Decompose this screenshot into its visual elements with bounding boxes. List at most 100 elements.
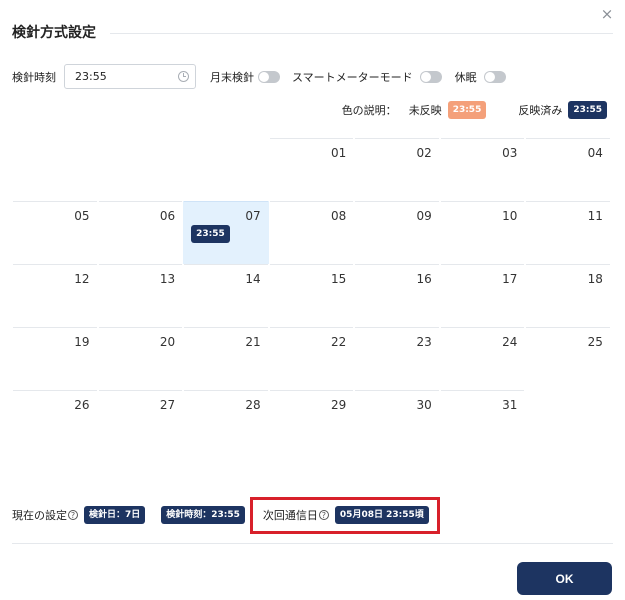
calendar-grid: 01 02 03 04 05 06 07 23:55 08 09 10 11 12 13 14 15 16 17 1… (12, 138, 611, 453)
footer-divider (12, 543, 613, 544)
month-end-group: 月末検針 (210, 69, 280, 85)
calendar-empty-cell (183, 138, 269, 201)
calendar-day-cell[interactable]: 03 (440, 138, 526, 201)
calendar-day-cell[interactable]: 07 23:55 (183, 201, 269, 264)
calendar-day-cell[interactable]: 11 (525, 201, 611, 264)
calendar-day-cell[interactable]: 27 (98, 390, 184, 453)
day-number: 26 (74, 398, 90, 412)
calendar-day-cell[interactable]: 30 (354, 390, 440, 453)
calendar-day-cell[interactable]: 17 (440, 264, 526, 327)
calendar-day-cell[interactable]: 08 (269, 201, 355, 264)
highlight-box (250, 497, 440, 534)
calendar-day-cell[interactable]: 28 (183, 390, 269, 453)
calendar-day-cell[interactable]: 18 (525, 264, 611, 327)
calendar-day-cell[interactable]: 25 (525, 327, 611, 390)
smart-meter-group: スマートメーターモード (292, 69, 442, 85)
calendar-day-cell[interactable]: 22 (269, 327, 355, 390)
smart-meter-label: スマートメーターモード (292, 70, 413, 84)
calendar-day-cell[interactable]: 02 (354, 138, 440, 201)
day-number: 07 (245, 209, 261, 223)
calendar-day-cell[interactable]: 14 (183, 264, 269, 327)
day-number: 28 (245, 398, 261, 412)
day-number: 08 (330, 209, 347, 223)
day-number: 21 (245, 335, 261, 349)
calendar-day-cell[interactable]: 24 (440, 327, 526, 390)
calendar-day-cell[interactable]: 20 (98, 327, 184, 390)
month-end-toggle[interactable] (258, 70, 280, 83)
dormant-group: 休眠 (455, 69, 506, 85)
day-number: 13 (159, 272, 176, 286)
clock-icon (178, 71, 189, 82)
day-number: 03 (502, 146, 518, 160)
day-number: 02 (416, 146, 432, 160)
calendar-week-row: 12 13 14 15 16 17 18 (12, 264, 611, 327)
calendar-week-row: 05 06 07 23:55 08 09 10 11 (12, 201, 611, 264)
legend-pending-label: 未反映 (408, 104, 442, 117)
legend-pending-badge: 23:55 (447, 101, 487, 119)
meter-settings-dialog: 検針方式設定 × 検針時刻 23:55 月末検針 スマートメーターモード 休眠 … (0, 0, 625, 600)
calendar-day-cell[interactable]: 29 (269, 390, 355, 453)
calendar-day-cell[interactable]: 12 (12, 264, 98, 327)
calendar-day-cell[interactable]: 16 (354, 264, 440, 327)
day-number: 19 (74, 335, 90, 349)
day-number: 06 (159, 209, 176, 223)
calendar-empty-cell (98, 138, 184, 201)
dormant-label: 休眠 (454, 70, 477, 84)
settings-row: 検針時刻 23:55 月末検針 スマートメーターモード 休眠 (12, 64, 506, 89)
day-number: 01 (330, 146, 347, 160)
day-number: 09 (416, 209, 432, 223)
day-number: 22 (330, 335, 347, 349)
day-number: 11 (587, 209, 603, 223)
day-number: 16 (416, 272, 432, 286)
calendar-empty-cell (525, 390, 611, 453)
calendar-day-cell[interactable]: 09 (354, 201, 440, 264)
calendar-day-cell[interactable]: 01 (269, 138, 355, 201)
time-value: 23:55 (75, 70, 107, 83)
calendar-week-row: 01 02 03 04 (12, 138, 611, 201)
day-number: 27 (159, 398, 176, 412)
day-number: 25 (587, 335, 603, 349)
calendar-day-cell[interactable]: 06 (98, 201, 184, 264)
day-number: 15 (330, 272, 347, 286)
calendar-day-cell[interactable]: 04 (525, 138, 611, 201)
legend-title: 色の説明： (341, 104, 397, 117)
scheduled-time-badge: 23:55 (191, 225, 230, 243)
day-number: 04 (587, 146, 603, 160)
day-number: 17 (502, 272, 518, 286)
calendar-day-cell[interactable]: 13 (98, 264, 184, 327)
calendar-day-cell[interactable]: 19 (12, 327, 98, 390)
day-number: 29 (330, 398, 347, 412)
help-icon[interactable]: ? (68, 510, 78, 520)
smart-meter-toggle[interactable] (419, 70, 442, 83)
month-end-label: 月末検針 (210, 70, 254, 84)
day-number: 10 (502, 209, 518, 223)
meter-time-badge: 検針時刻：23:55 (161, 506, 245, 524)
day-number: 14 (245, 272, 261, 286)
day-number: 20 (159, 335, 176, 349)
calendar-day-cell[interactable]: 23 (354, 327, 440, 390)
day-number: 05 (74, 209, 90, 223)
calendar-day-cell[interactable]: 26 (12, 390, 98, 453)
dialog-title: 検針方式設定 (12, 25, 96, 41)
ok-button[interactable]: OK (517, 562, 612, 595)
calendar-day-cell[interactable]: 10 (440, 201, 526, 264)
legend-applied-badge: 23:55 (568, 101, 607, 119)
calendar-week-row: 26 27 28 29 30 31 (12, 390, 611, 453)
time-input[interactable]: 23:55 (64, 64, 196, 89)
close-icon[interactable]: × (599, 6, 615, 22)
calendar-day-cell[interactable]: 15 (269, 264, 355, 327)
calendar-empty-cell (12, 138, 98, 201)
day-number: 23 (416, 335, 432, 349)
day-number: 31 (502, 398, 518, 412)
time-label: 検針時刻 (12, 70, 56, 84)
title-divider (110, 33, 613, 34)
day-number: 18 (587, 272, 603, 286)
calendar-day-cell[interactable]: 31 (440, 390, 526, 453)
day-number: 24 (502, 335, 518, 349)
legend-applied-label: 反映済み (518, 104, 563, 117)
calendar-week-row: 19 20 21 22 23 24 25 (12, 327, 611, 390)
calendar-day-cell[interactable]: 05 (12, 201, 98, 264)
dormant-toggle[interactable] (483, 70, 506, 83)
day-number: 12 (74, 272, 90, 286)
calendar-day-cell[interactable]: 21 (183, 327, 269, 390)
